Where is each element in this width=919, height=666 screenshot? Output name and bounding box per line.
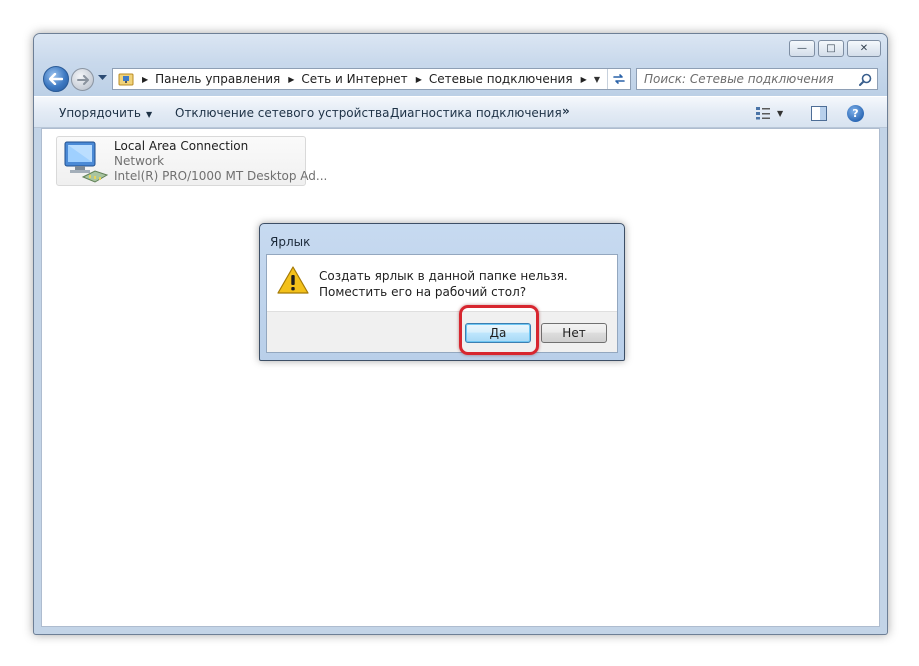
forward-arrow-icon [76,74,89,85]
breadcrumb-separator[interactable]: ▶ [581,75,587,84]
search-input[interactable]: Поиск: Сетевые подключения [636,68,878,90]
dialog-body: Создать ярлык в данной папке нельзя. Пом… [266,254,618,353]
organize-label: Упорядочить [59,106,141,120]
maximize-button[interactable]: □ [818,40,844,57]
connection-adapter: Intel(R) PRO/1000 MT Desktop Ad... [114,169,328,183]
breadcrumb-separator[interactable]: ▶ [288,75,294,84]
connection-item[interactable]: Local Area Connection Network Intel(R) P… [56,136,327,186]
back-button[interactable] [43,66,69,92]
connection-name: Local Area Connection [114,139,249,153]
breadcrumb-item-network-connections[interactable]: Сетевые подключения [429,72,573,86]
more-commands-button[interactable]: » [562,104,570,118]
minimize-button[interactable]: — [789,40,815,57]
refresh-icon [613,74,625,84]
dialog-message-line2: Поместить его на рабочий стол? [319,285,527,299]
breadcrumb-item-control-panel[interactable]: Панель управления [155,72,280,86]
breadcrumb-item-network-internet[interactable]: Сеть и Интернет [301,72,407,86]
dialog-footer: Да Нет [267,311,617,352]
content-area: Local Area Connection Network Intel(R) P… [41,128,880,627]
address-dropdown-icon[interactable]: ▼ [587,69,607,89]
back-arrow-icon [49,73,63,85]
chevron-down-icon: ▼ [777,108,784,118]
address-controls: ▼ [587,69,630,89]
breadcrumb-separator[interactable]: ▶ [142,75,148,84]
breadcrumb-separator[interactable]: ▶ [416,75,422,84]
search-placeholder: Поиск: Сетевые подключения [644,72,834,86]
view-options-icon [756,107,770,120]
help-icon[interactable]: ? [847,105,864,122]
address-bar[interactable]: ▶ Панель управления ▶ Сеть и Интернет ▶ … [112,68,631,90]
organize-button[interactable]: Упорядочить ▼ [59,106,152,120]
close-button[interactable]: ✕ [847,40,881,57]
history-dropdown-icon[interactable] [98,74,107,81]
caption-buttons: — □ ✕ [789,40,881,57]
forward-button[interactable] [71,68,94,91]
refresh-button[interactable] [607,69,630,89]
command-bar: Упорядочить ▼ Отключение сетевого устройс… [34,96,887,128]
yes-button-highlight [459,305,539,355]
view-options-button[interactable]: ▼ [755,106,783,120]
connection-network: Network [114,154,165,168]
window-frame: — □ ✕ ▶ Панель управления ▶ Сеть и Интер… [34,34,887,96]
disable-device-button[interactable]: Отключение сетевого устройства [175,106,389,120]
preview-pane-icon[interactable] [811,106,827,121]
network-folder-icon [118,73,134,86]
chevron-down-icon: ▼ [145,110,153,119]
diagnose-connection-button[interactable]: Диагностика подключения [390,106,562,120]
dialog-message-line1: Создать ярлык в данной папке нельзя. [319,269,568,283]
search-icon[interactable] [859,73,872,86]
warning-icon [277,266,309,294]
dialog-title: Ярлык [270,235,311,249]
dialog-message: Создать ярлык в данной папке нельзя. Пом… [319,268,568,300]
no-button[interactable]: Нет [541,323,607,343]
shortcut-dialog: Ярлык Создать ярлык в данной папке нельз… [259,223,625,361]
connection-text: Local Area Connection Network Intel(R) P… [114,139,327,184]
network-adapter-icon [64,141,109,183]
